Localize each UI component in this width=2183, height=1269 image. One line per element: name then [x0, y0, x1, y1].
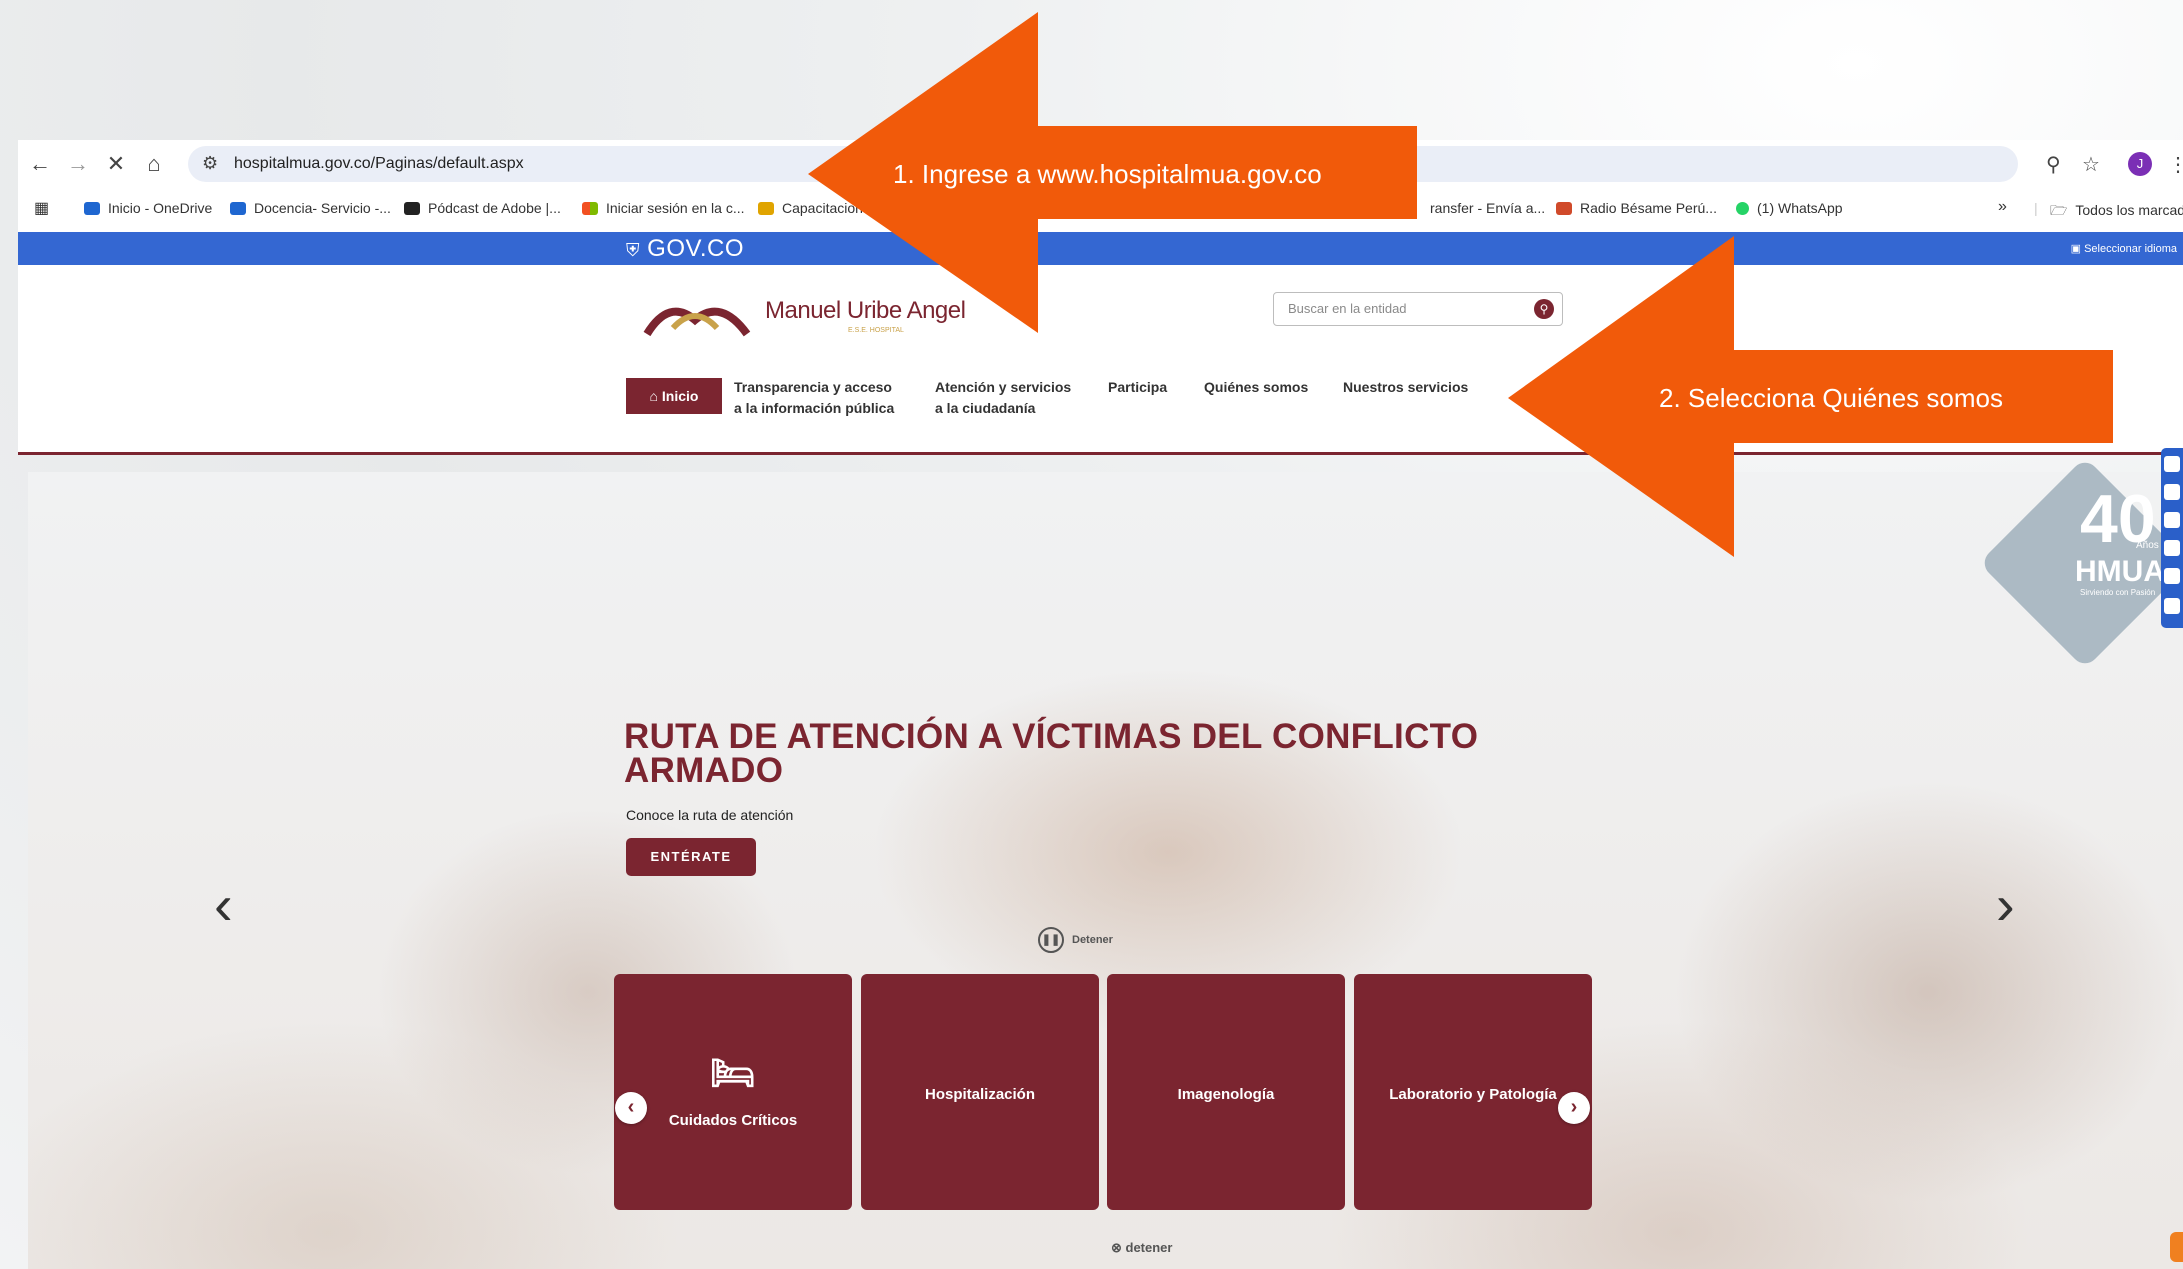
annotation-arrows [808, 12, 2113, 557]
annotation-step-1: 1. Ingrese a www.hospitalmua.gov.co [893, 159, 1322, 189]
annotation-step-2: 2. Selecciona Quiénes somos [1659, 383, 2003, 413]
